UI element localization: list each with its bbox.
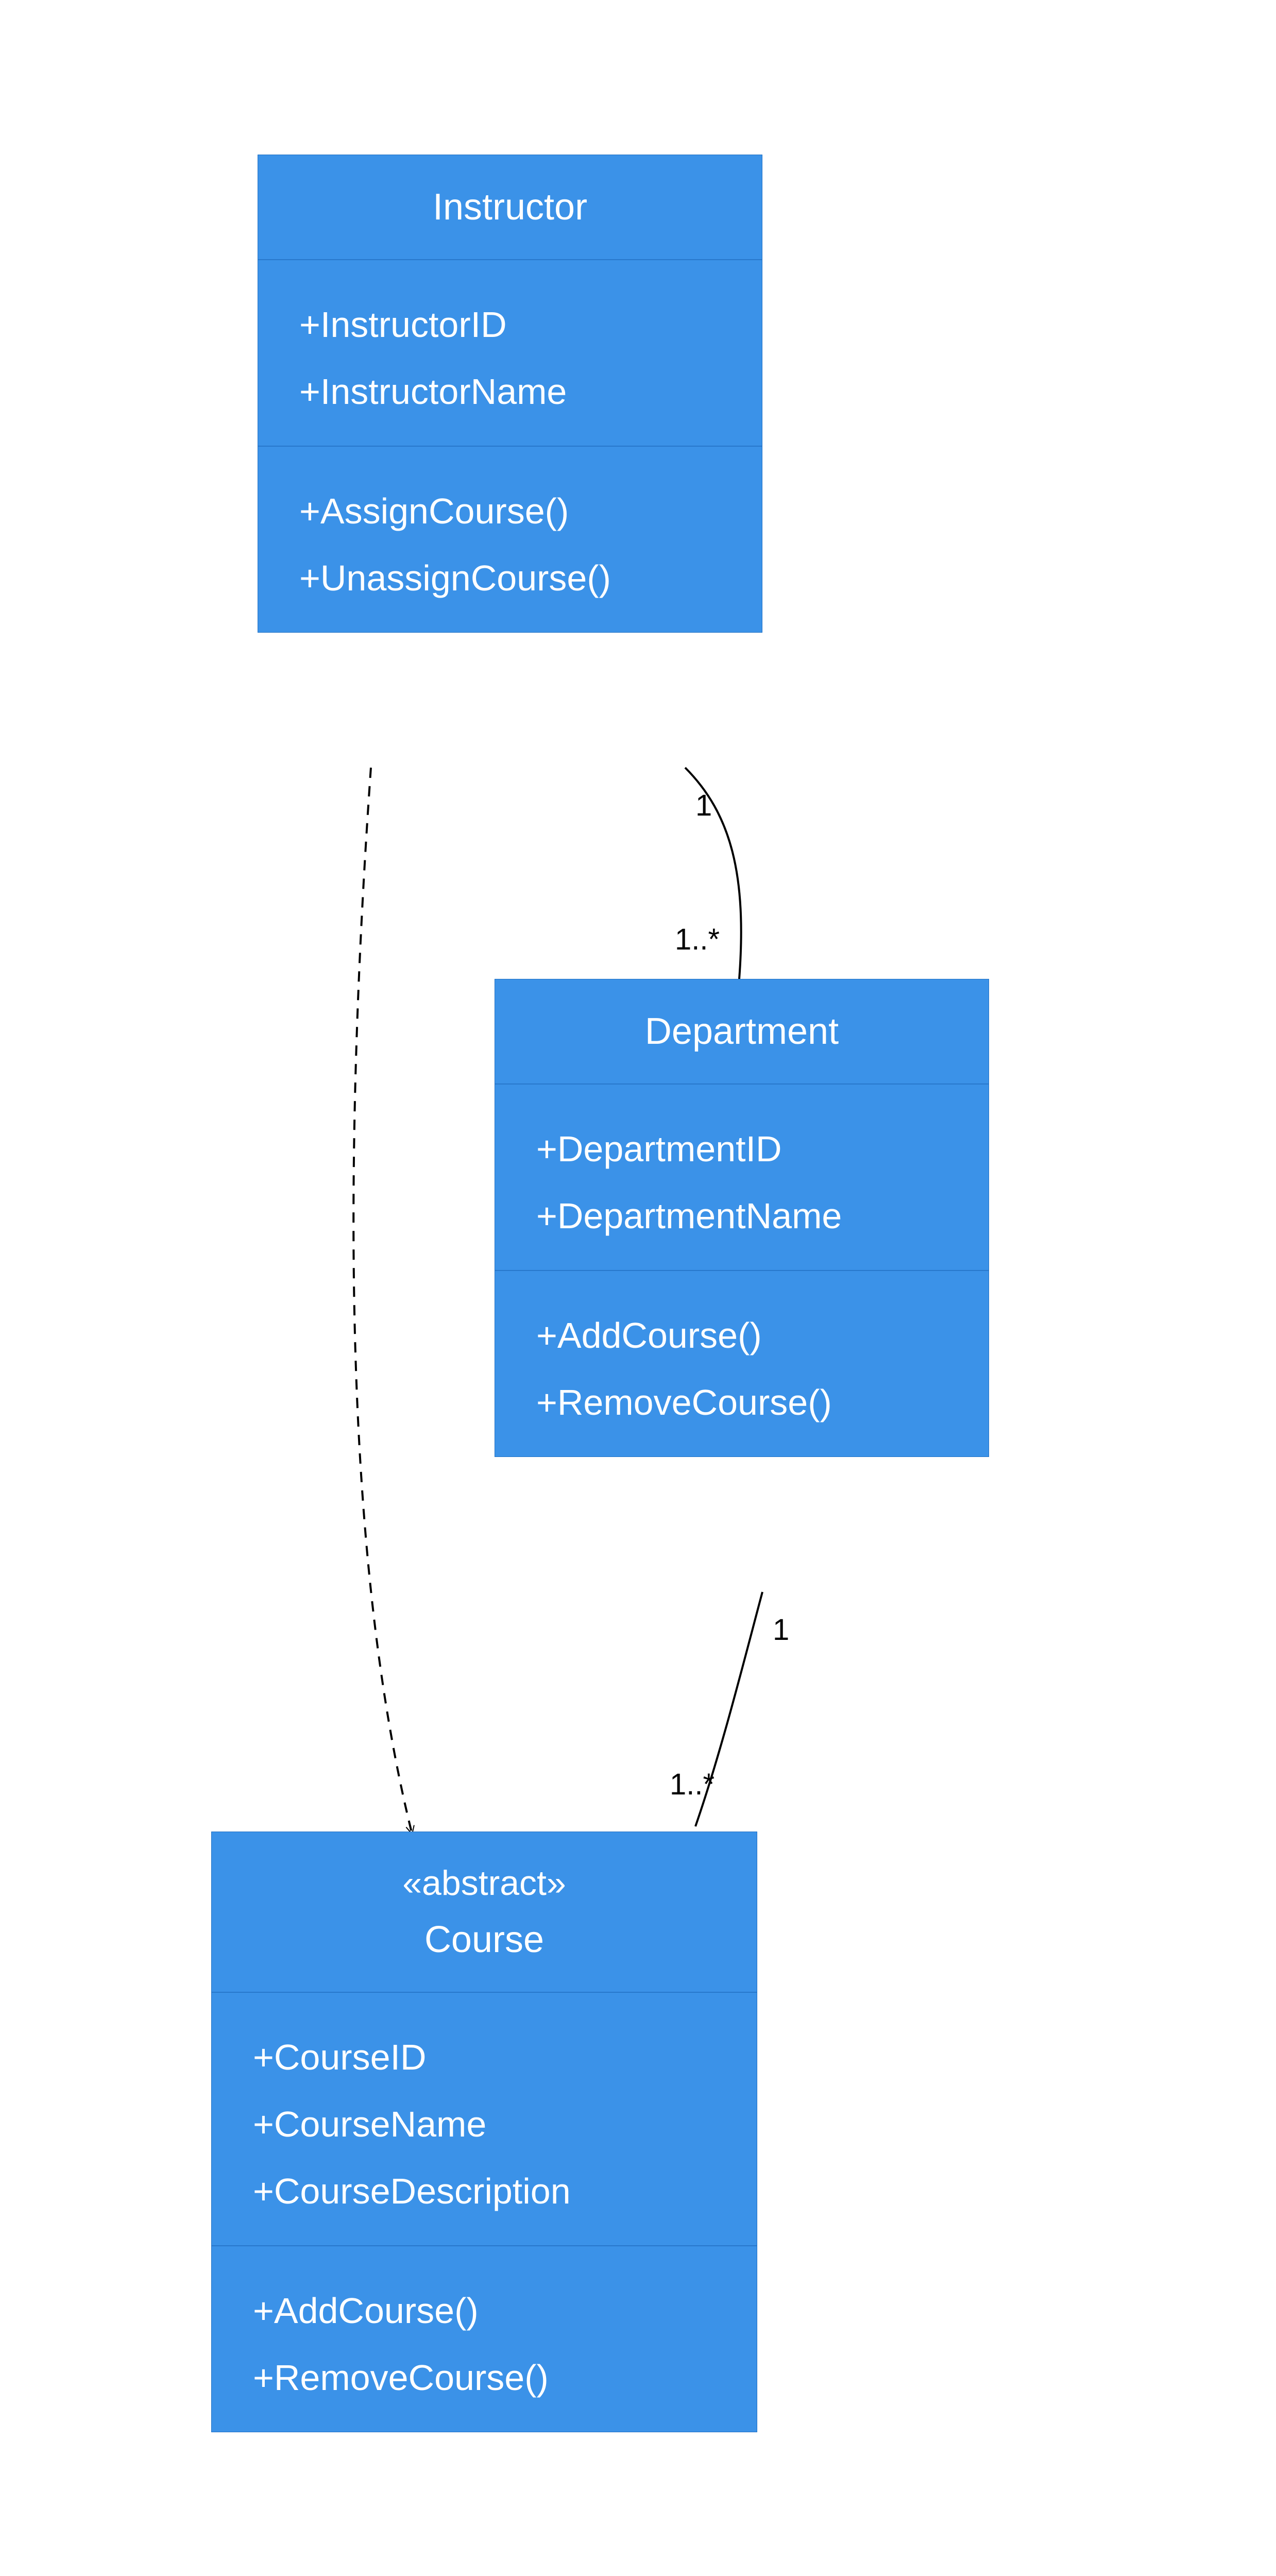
operations-section: +AddCourse() +RemoveCourse()	[212, 2246, 757, 2432]
operation: +UnassignCourse()	[299, 545, 721, 612]
attributes-section: +CourseID +CourseName +CourseDescription	[212, 1993, 757, 2246]
class-title: «abstract» Course	[212, 1832, 757, 1993]
class-stereotype: «abstract»	[253, 1863, 716, 1903]
operation: +RemoveCourse()	[253, 2344, 716, 2411]
attribute: +DepartmentID	[536, 1115, 947, 1182]
attribute: +DepartmentName	[536, 1182, 947, 1249]
class-instructor: Instructor +InstructorID +InstructorName…	[258, 155, 762, 633]
attribute: +InstructorID	[299, 291, 721, 358]
attributes-section: +DepartmentID +DepartmentName	[495, 1084, 989, 1271]
attribute: +InstructorName	[299, 358, 721, 425]
multiplicity-label: 1..*	[675, 922, 720, 957]
class-name-text: Course	[424, 1919, 544, 1960]
operations-section: +AssignCourse() +UnassignCourse()	[258, 447, 762, 632]
class-name-text: Instructor	[433, 187, 587, 228]
class-course: «abstract» Course +CourseID +CourseName …	[211, 1832, 757, 2432]
attributes-section: +InstructorID +InstructorName	[258, 260, 762, 447]
operation: +RemoveCourse()	[536, 1369, 947, 1436]
class-title: Department	[495, 979, 989, 1084]
operations-section: +AddCourse() +RemoveCourse()	[495, 1271, 989, 1456]
attribute: +CourseID	[253, 2024, 716, 2091]
multiplicity-label: 1	[773, 1613, 789, 1647]
attribute: +CourseName	[253, 2091, 716, 2158]
operation: +AddCourse()	[253, 2277, 716, 2344]
operation: +AssignCourse()	[299, 478, 721, 545]
class-department: Department +DepartmentID +DepartmentName…	[495, 979, 989, 1457]
operation: +AddCourse()	[536, 1302, 947, 1369]
attribute: +CourseDescription	[253, 2158, 716, 2225]
multiplicity-label: 1	[695, 788, 712, 823]
class-name-text: Department	[645, 1011, 839, 1052]
multiplicity-label: 1..*	[670, 1767, 714, 1802]
class-title: Instructor	[258, 155, 762, 260]
